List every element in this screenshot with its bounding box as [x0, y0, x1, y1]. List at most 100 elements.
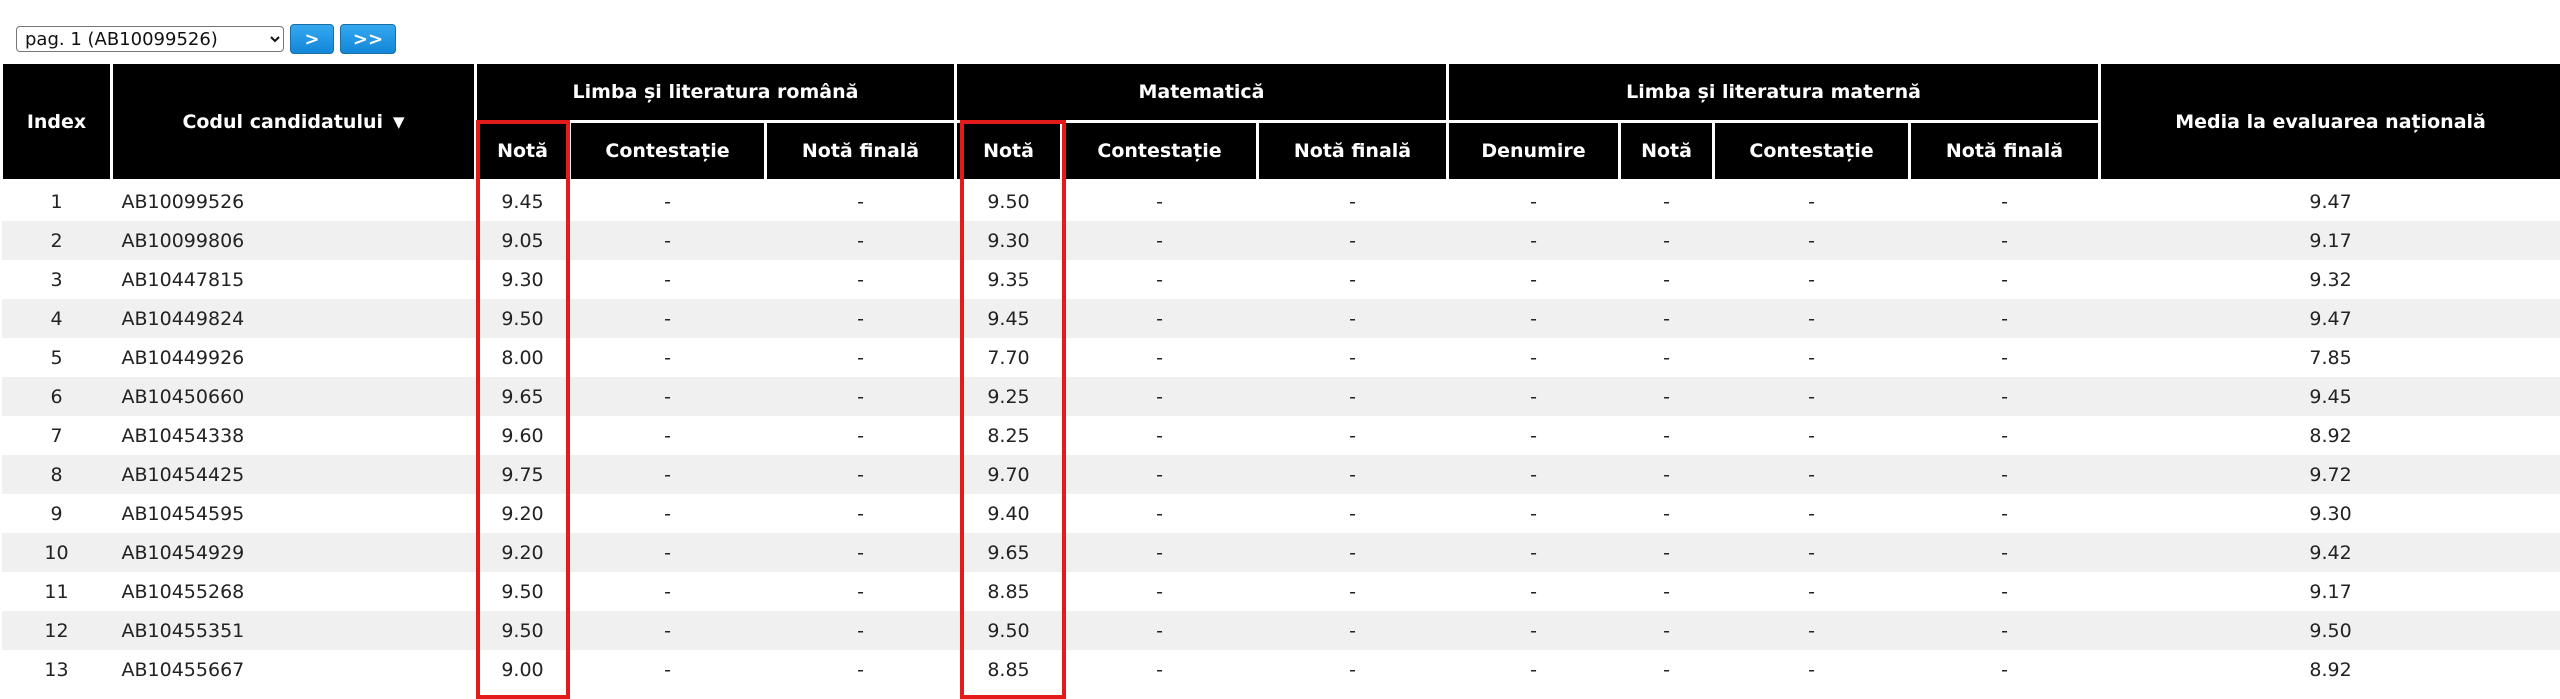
cell-mate-nota: 9.50 — [955, 180, 1062, 221]
header-romana-nota-finala: Notă finală — [764, 120, 957, 182]
cell-mate-nota-finala: - — [1257, 611, 1448, 650]
cell-candidate-code: AB10455351 — [111, 611, 476, 650]
header-media: Media la evaluarea națională — [2098, 61, 2560, 182]
cell-materna-contestatie: - — [1713, 455, 1910, 494]
cell-index: 1 — [1, 180, 112, 221]
header-materna-contestatie: Contestație — [1712, 120, 1911, 182]
cell-mate-contestatie: - — [1061, 180, 1258, 221]
cell-materna-contestatie: - — [1713, 299, 1910, 338]
header-group-romana: Limba și literatura română — [474, 61, 957, 123]
cell-romana-contestatie: - — [569, 455, 766, 494]
cell-romana-contestatie: - — [569, 260, 766, 299]
cell-media: 9.42 — [2099, 533, 2560, 572]
cell-mate-nota: 9.50 — [955, 611, 1062, 650]
cell-romana-nota: 9.50 — [475, 572, 570, 611]
cell-media: 9.45 — [2099, 377, 2560, 416]
cell-materna-nota-finala: - — [1909, 299, 2100, 338]
cell-materna-denumire: - — [1447, 455, 1620, 494]
cell-materna-denumire: - — [1447, 221, 1620, 260]
cell-mate-nota: 8.85 — [955, 572, 1062, 611]
cell-materna-denumire: - — [1447, 611, 1620, 650]
header-candidate-code[interactable]: Codul candidatului ▼ — [110, 61, 477, 182]
cell-mate-contestatie: - — [1061, 377, 1258, 416]
cell-media: 9.72 — [2099, 455, 2560, 494]
cell-romana-nota-finala: - — [765, 650, 956, 689]
cell-candidate-code: AB10450660 — [111, 377, 476, 416]
cell-mate-contestatie: - — [1061, 572, 1258, 611]
cell-romana-nota-finala: - — [765, 416, 956, 455]
cell-romana-contestatie: - — [569, 416, 766, 455]
cell-media: 9.17 — [2099, 221, 2560, 260]
cell-mate-nota-finala: - — [1257, 180, 1448, 221]
cell-materna-nota: - — [1619, 650, 1714, 689]
cell-materna-nota: - — [1619, 260, 1714, 299]
cell-materna-contestatie: - — [1713, 180, 1910, 221]
table-row: 10 AB10454929 9.20- -9.65- - - - - -9.42 — [1, 533, 2560, 572]
cell-candidate-code: AB10455268 — [111, 572, 476, 611]
table-row: 2 AB10099806 9.05- -9.30- - - - - -9.17 — [1, 221, 2560, 260]
cell-materna-nota: - — [1619, 494, 1714, 533]
cell-materna-contestatie: - — [1713, 572, 1910, 611]
cell-materna-contestatie: - — [1713, 416, 1910, 455]
cell-mate-nota: 9.25 — [955, 377, 1062, 416]
table-row: 3 AB10447815 9.30- -9.35- - - - - -9.32 — [1, 260, 2560, 299]
cell-romana-nota: 9.75 — [475, 455, 570, 494]
cell-romana-contestatie: - — [569, 611, 766, 650]
cell-romana-nota-finala: - — [765, 377, 956, 416]
cell-romana-nota: 9.20 — [475, 533, 570, 572]
cell-mate-nota: 9.70 — [955, 455, 1062, 494]
cell-materna-contestatie: - — [1713, 494, 1910, 533]
cell-romana-nota: 9.50 — [475, 611, 570, 650]
cell-candidate-code: AB10449926 — [111, 338, 476, 377]
cell-materna-denumire: - — [1447, 650, 1620, 689]
cell-mate-contestatie: - — [1061, 416, 1258, 455]
cell-index: 5 — [1, 338, 112, 377]
cell-materna-nota-finala: - — [1909, 533, 2100, 572]
cell-materna-contestatie: - — [1713, 260, 1910, 299]
cell-materna-nota-finala: - — [1909, 650, 2100, 689]
header-romana-contestatie: Contestație — [568, 120, 767, 182]
cell-candidate-code: AB10454338 — [111, 416, 476, 455]
header-candidate-code-label: Codul candidatului — [182, 110, 383, 133]
cell-romana-nota-finala: - — [765, 299, 956, 338]
page-select[interactable]: pag. 1 (AB10099526) — [16, 26, 284, 52]
cell-mate-nota-finala: - — [1257, 377, 1448, 416]
cell-materna-nota: - — [1619, 572, 1714, 611]
results-table: Index Codul candidatului ▼ Limba și liter… — [0, 61, 2560, 689]
cell-mate-nota-finala: - — [1257, 299, 1448, 338]
cell-romana-nota: 9.05 — [475, 221, 570, 260]
cell-mate-contestatie: - — [1061, 338, 1258, 377]
cell-mate-contestatie: - — [1061, 221, 1258, 260]
cell-media: 8.92 — [2099, 650, 2560, 689]
cell-media: 9.50 — [2099, 611, 2560, 650]
next-page-button[interactable]: > — [290, 24, 334, 54]
cell-romana-contestatie: - — [569, 572, 766, 611]
cell-materna-nota: - — [1619, 377, 1714, 416]
header-mate-nota-finala: Notă finală — [1256, 120, 1449, 182]
cell-mate-nota-finala: - — [1257, 650, 1448, 689]
cell-mate-nota-finala: - — [1257, 338, 1448, 377]
last-page-button[interactable]: >> — [340, 24, 396, 54]
cell-candidate-code: AB10454929 — [111, 533, 476, 572]
cell-index: 2 — [1, 221, 112, 260]
cell-candidate-code: AB10454425 — [111, 455, 476, 494]
cell-index: 3 — [1, 260, 112, 299]
cell-romana-nota: 9.45 — [475, 180, 570, 221]
cell-materna-contestatie: - — [1713, 221, 1910, 260]
cell-materna-nota-finala: - — [1909, 260, 2100, 299]
cell-mate-nota-finala: - — [1257, 260, 1448, 299]
cell-materna-nota-finala: - — [1909, 494, 2100, 533]
cell-materna-nota: - — [1619, 299, 1714, 338]
table-row: 7 AB10454338 9.60- -8.25- - - - - -8.92 — [1, 416, 2560, 455]
table-row: 1 AB10099526 9.45- -9.50- - - - - -9.47 — [1, 180, 2560, 221]
cell-mate-nota: 9.45 — [955, 299, 1062, 338]
cell-romana-nota: 8.00 — [475, 338, 570, 377]
cell-mate-contestatie: - — [1061, 455, 1258, 494]
cell-candidate-code: AB10454595 — [111, 494, 476, 533]
table-row: 12 AB10455351 9.50- -9.50- - - - - -9.50 — [1, 611, 2560, 650]
sort-down-icon[interactable]: ▼ — [393, 113, 405, 131]
table-row: 4 AB10449824 9.50- -9.45- - - - - -9.47 — [1, 299, 2560, 338]
results-body: 1 AB10099526 9.45- -9.50- - - - - -9.47 2 AB100998… — [1, 180, 2560, 689]
cell-materna-nota: - — [1619, 416, 1714, 455]
cell-mate-nota-finala: - — [1257, 572, 1448, 611]
